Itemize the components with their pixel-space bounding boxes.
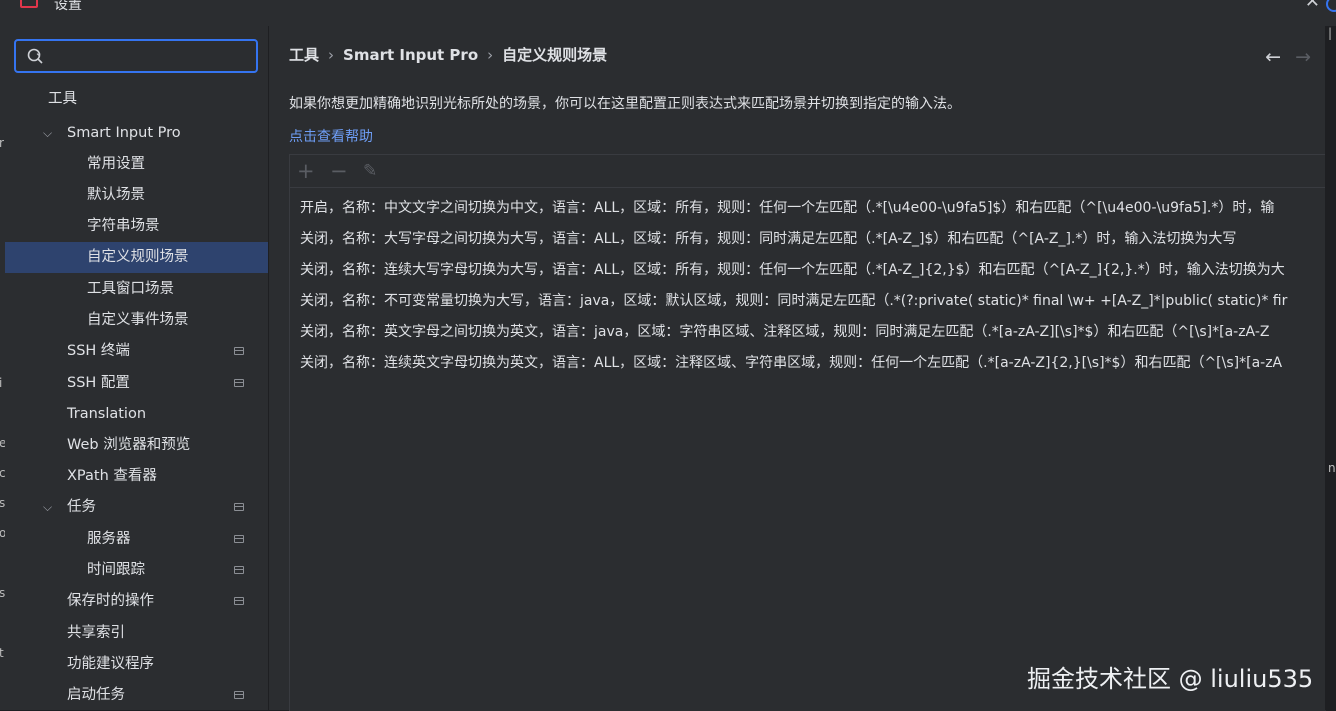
sidebar-item-label: 启动任务 xyxy=(67,687,125,703)
sidebar-item-label: 保存时的操作 xyxy=(67,593,154,609)
remove-icon[interactable]: − xyxy=(330,158,348,184)
sidebar-item-label: 时间跟踪 xyxy=(87,562,145,578)
breadcrumb-item-plugin[interactable]: Smart Input Pro xyxy=(343,46,478,64)
search-icon[interactable] xyxy=(26,47,46,67)
breadcrumb-separator: › xyxy=(487,46,494,64)
project-level-icon xyxy=(234,347,244,355)
sidebar-item-label: 功能建议程序 xyxy=(67,656,154,672)
breadcrumb-separator: › xyxy=(328,46,335,64)
project-level-icon xyxy=(234,503,244,511)
search-input[interactable] xyxy=(50,45,254,69)
window-title: 设置 xyxy=(54,0,82,13)
sidebar-item[interactable]: 常用设置 xyxy=(5,149,268,180)
notification-icon xyxy=(1326,0,1336,12)
sidebar-item[interactable]: Web 浏览器和预览 xyxy=(5,430,268,461)
rules-panel: + − ✎ 开启，名称：中文文字之间切换为中文，语言：ALL，区域：所有，规则：… xyxy=(289,154,1326,711)
sidebar-item[interactable]: 工具 xyxy=(5,84,268,115)
background-right-strip: | n xyxy=(1325,26,1336,710)
project-level-icon xyxy=(234,566,244,574)
sidebar-item-label: 服务器 xyxy=(87,531,131,547)
sidebar-item[interactable]: 启动任务 xyxy=(5,680,268,711)
project-level-icon xyxy=(234,691,244,699)
chevron-down-icon[interactable]: ⌵ xyxy=(43,118,52,149)
sidebar-item-label: 默认场景 xyxy=(87,187,145,203)
list-item[interactable]: 关闭，名称：不可变常量切换为大写，语言：java，区域：默认区域，规则：同时满足… xyxy=(290,286,1326,317)
sidebar-item[interactable]: ⌵ 任务 xyxy=(5,492,268,523)
list-item[interactable]: 关闭，名称：英文字母之间切换为英文，语言：java，区域：字符串区域、注释区域，… xyxy=(290,317,1326,348)
sidebar-item[interactable]: 功能建议程序 xyxy=(5,649,268,680)
help-link[interactable]: 点击查看帮助 xyxy=(289,126,373,146)
sidebar-item[interactable]: 自定义事件场景 xyxy=(5,305,268,336)
sidebar-item-label: 常用设置 xyxy=(87,156,145,172)
sidebar-item-label: 任务 xyxy=(67,499,96,515)
sidebar-item-label: Translation xyxy=(67,406,147,422)
rules-toolbar: + − ✎ xyxy=(290,155,1326,188)
list-item[interactable]: 关闭，名称：连续英文字母切换为英文，语言：ALL，区域：注释区域、字符串区域，规… xyxy=(290,348,1326,379)
sidebar-item[interactable]: Translation xyxy=(5,399,268,430)
project-level-icon xyxy=(234,597,244,605)
breadcrumb-item-tools[interactable]: 工具 xyxy=(289,46,319,64)
sidebar-item[interactable]: 共享索引 xyxy=(5,618,268,649)
sidebar-item[interactable]: SSH 终端 xyxy=(5,336,268,367)
sidebar-item-label: 自定义规则场景 xyxy=(87,249,189,265)
sidebar-item-label: 工具 xyxy=(48,91,77,107)
sidebar-item-label: 自定义事件场景 xyxy=(87,312,189,328)
project-level-icon xyxy=(234,535,244,543)
sidebar-item[interactable]: 字符串场景 xyxy=(5,211,268,242)
rules-list: 开启，名称：中文文字之间切换为中文，语言：ALL，区域：所有，规则：任何一个左匹… xyxy=(290,193,1326,379)
sidebar-item[interactable]: 工具窗口场景 xyxy=(5,274,268,305)
sidebar-item[interactable]: SSH 配置 xyxy=(5,368,268,399)
chevron-down-icon[interactable]: ⌵ xyxy=(43,492,52,523)
page-description: 如果你想更加精确地识别光标所处的场景，你可以在这里配置正则表达式来匹配场景并切换… xyxy=(289,96,961,112)
sidebar-item[interactable]: 保存时的操作 xyxy=(5,586,268,617)
sidebar-item-label: Smart Input Pro xyxy=(67,125,181,141)
sidebar-item-label: SSH 配置 xyxy=(67,375,130,391)
list-item[interactable]: 关闭，名称：大写字母之间切换为大写，语言：ALL，区域：所有，规则：同时满足左匹… xyxy=(290,224,1326,255)
edit-icon[interactable]: ✎ xyxy=(363,158,377,184)
sidebar-item-label: 共享索引 xyxy=(67,625,125,641)
watermark: 掘金技术社区 @ liuliu535 xyxy=(1027,665,1314,693)
sidebar-item[interactable]: 默认场景 xyxy=(5,180,268,211)
sidebar-item-label: SSH 终端 xyxy=(67,343,130,359)
forward-arrow-icon[interactable]: → xyxy=(1295,46,1311,68)
title-bar: 设置 ✕ xyxy=(0,0,1336,27)
list-item[interactable]: 关闭，名称：连续大写字母切换为大写，语言：ALL，区域：所有，规则：任何一个左匹… xyxy=(290,255,1326,286)
add-icon[interactable]: + xyxy=(297,158,315,184)
settings-content: 工具 › Smart Input Pro › 自定义规则场景 ← → 如果你想更加精确地识… xyxy=(269,26,1326,711)
settings-sidebar: 工具 ⌵ Smart Input Pro 常用设置默认场景字符串场景自定义规则场景 工具… xyxy=(5,26,269,710)
sidebar-item[interactable]: 自定义规则场景 xyxy=(5,242,268,273)
sidebar-item[interactable]: 服务器 xyxy=(5,524,268,555)
breadcrumb-item-current: 自定义规则场景 xyxy=(502,46,608,64)
sidebar-item[interactable]: 时间跟踪 xyxy=(5,555,268,586)
close-icon[interactable]: ✕ xyxy=(1305,0,1320,12)
app-logo-icon xyxy=(20,0,38,8)
sidebar-item[interactable]: XPath 查看器 xyxy=(5,461,268,492)
back-arrow-icon[interactable]: ← xyxy=(1265,46,1281,68)
navigation-arrows: ← → xyxy=(1265,46,1311,68)
project-level-icon xyxy=(234,379,244,387)
search-box[interactable] xyxy=(14,39,258,73)
sidebar-item-label: 字符串场景 xyxy=(87,218,160,234)
breadcrumb: 工具 › Smart Input Pro › 自定义规则场景 xyxy=(289,44,607,65)
sidebar-item-label: Web 浏览器和预览 xyxy=(67,437,191,453)
sidebar-item[interactable]: ⌵ Smart Input Pro xyxy=(5,118,268,149)
sidebar-item-label: XPath 查看器 xyxy=(67,468,157,484)
sidebar-item-label: 工具窗口场景 xyxy=(87,281,174,297)
list-item[interactable]: 开启，名称：中文文字之间切换为中文，语言：ALL，区域：所有，规则：任何一个左匹… xyxy=(290,193,1326,224)
